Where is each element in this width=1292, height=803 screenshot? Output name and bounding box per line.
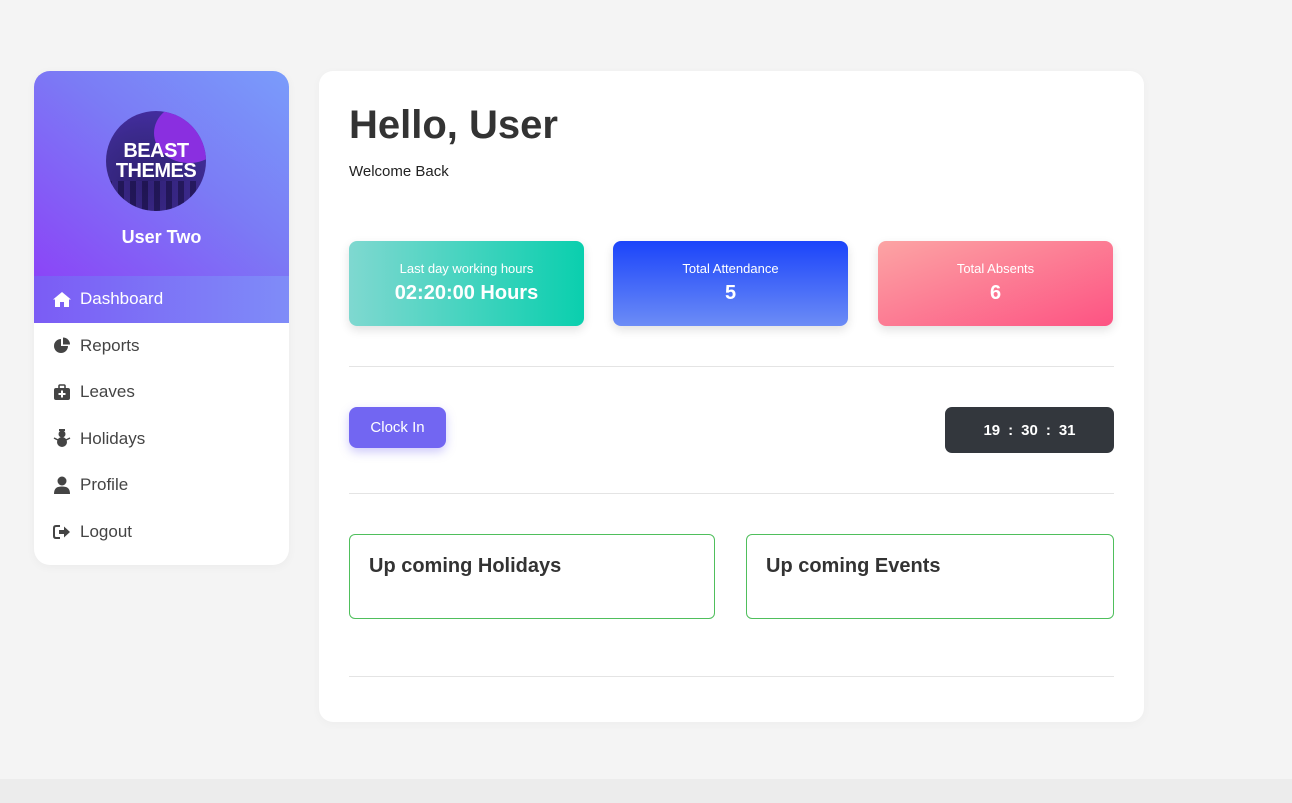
- sidebar-item-holidays[interactable]: Holidays: [34, 416, 289, 463]
- main-content: Hello, User Welcome Back Last day workin…: [319, 71, 1144, 722]
- sidebar-nav: Dashboard Reports Leaves Holidays Profil…: [34, 276, 289, 555]
- timer-hours: 19: [983, 421, 1001, 439]
- sidebar-item-label: Profile: [80, 475, 129, 495]
- sidebar-item-label: Logout: [80, 521, 132, 541]
- logo-text-line1: BEAST: [123, 140, 189, 162]
- timer-separator: :: [1045, 421, 1051, 439]
- sidebar-item-dashboard[interactable]: Dashboard: [34, 276, 289, 323]
- timer-minutes: 30: [1021, 421, 1038, 439]
- stat-card-working-hours: Last day working hours 02:20:00 Hours: [349, 241, 584, 326]
- logout-icon: [52, 523, 72, 541]
- divider: [349, 366, 1114, 367]
- pie-chart-icon: [52, 337, 72, 355]
- panel-title: Up coming Holidays: [369, 555, 562, 577]
- avatar: BEAST THEMES: [106, 111, 206, 211]
- stat-label: Total Absents: [956, 261, 1035, 276]
- sidebar-item-label: Leaves: [80, 382, 135, 402]
- sidebar-item-profile[interactable]: Profile: [34, 462, 289, 509]
- stat-label: Total Attendance: [682, 261, 779, 276]
- upcoming-holidays-panel: Up coming Holidays: [349, 534, 715, 619]
- welcome-text: Welcome Back: [349, 163, 449, 180]
- logo-bars: [106, 181, 206, 211]
- sidebar-item-logout[interactable]: Logout: [34, 509, 289, 556]
- stat-value: 5: [724, 282, 737, 304]
- logo-text: BEAST THEMES: [106, 141, 206, 181]
- stat-label: Last day working hours: [399, 261, 534, 276]
- stat-value: 02:20:00 Hours: [394, 282, 539, 304]
- divider: [349, 676, 1114, 677]
- user-name: User Two: [121, 227, 202, 247]
- medical-kit-icon: [52, 383, 72, 401]
- clock-timer: 19 : 30 : 31: [945, 407, 1114, 453]
- clock-in-button[interactable]: Clock In: [349, 407, 446, 448]
- sidebar-item-label: Holidays: [80, 428, 146, 448]
- timer-seconds: 31: [1058, 421, 1076, 439]
- sidebar-item-label: Reports: [80, 335, 140, 355]
- panel-title: Up coming Events: [766, 555, 941, 577]
- stat-card-total-absents: Total Absents 6: [878, 241, 1113, 326]
- sidebar-header: BEAST THEMES User Two: [34, 71, 289, 276]
- page-title: Hello, User: [349, 103, 558, 147]
- upcoming-events-panel: Up coming Events: [746, 534, 1114, 619]
- timer-separator: :: [1008, 421, 1014, 439]
- page-footer-strip: [0, 779, 1292, 803]
- snowman-icon: [52, 429, 72, 448]
- sidebar: BEAST THEMES User Two Dashboard Reports …: [34, 71, 289, 565]
- home-icon: [52, 290, 72, 308]
- divider: [349, 493, 1114, 494]
- stat-card-total-attendance: Total Attendance 5: [613, 241, 848, 326]
- sidebar-item-label: Dashboard: [80, 289, 164, 309]
- sidebar-item-leaves[interactable]: Leaves: [34, 369, 289, 416]
- stat-value: 6: [989, 282, 1002, 304]
- sidebar-item-reports[interactable]: Reports: [34, 323, 289, 370]
- logo-text-line2: THEMES: [115, 160, 197, 182]
- user-icon: [52, 476, 72, 495]
